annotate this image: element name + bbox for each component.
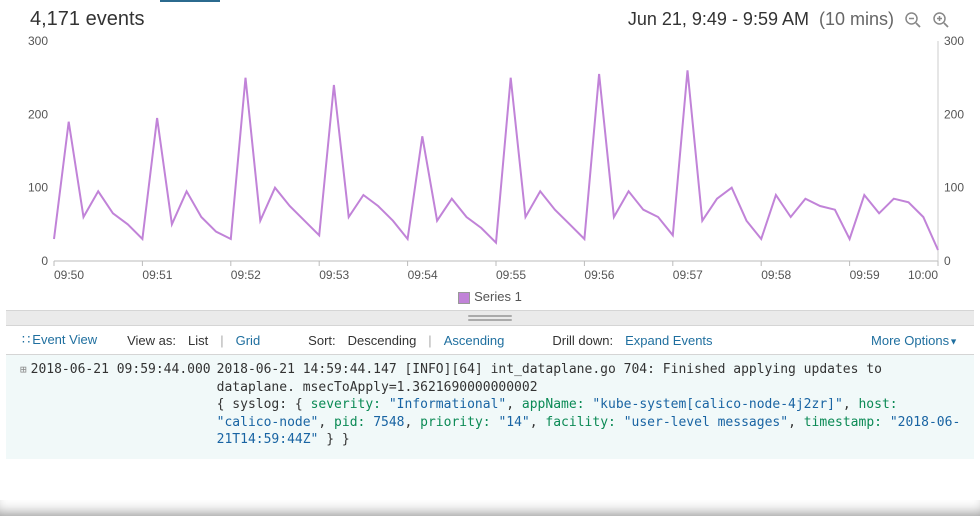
svg-text:300: 300 xyxy=(944,35,964,48)
svg-text:200: 200 xyxy=(944,107,964,121)
log-results: ⊞ 2018-06-21 09:59:44.000 2018-06-21 14:… xyxy=(6,355,974,459)
svg-text:09:51: 09:51 xyxy=(142,268,172,282)
view-as-label: View as: xyxy=(127,333,176,348)
sort-descending[interactable]: Descending xyxy=(348,333,417,348)
view-as-grid[interactable]: Grid xyxy=(236,333,261,348)
svg-text:0: 0 xyxy=(41,254,48,268)
svg-text:200: 200 xyxy=(28,107,48,121)
svg-text:09:56: 09:56 xyxy=(584,268,614,282)
zoom-out-icon[interactable] xyxy=(904,11,922,29)
results-toolbar: ∷Event View View as: List | Grid Sort: D… xyxy=(6,326,974,355)
svg-text:09:58: 09:58 xyxy=(761,268,791,282)
expand-events[interactable]: Expand Events xyxy=(625,333,712,348)
time-duration: (10 mins) xyxy=(819,9,894,30)
svg-text:09:57: 09:57 xyxy=(673,268,703,282)
event-view-toggle[interactable]: ∷Event View xyxy=(22,332,97,348)
view-as-list[interactable]: List xyxy=(188,333,208,348)
svg-text:09:50: 09:50 xyxy=(54,268,84,282)
events-chart: 0 0 100 100 200 200 300 300 09:50 09:51 09:52 09:53… xyxy=(16,35,964,285)
chevron-down-icon: ▼ xyxy=(949,336,958,346)
sort-label: Sort: xyxy=(308,333,335,348)
list-icon: ∷ xyxy=(22,332,28,347)
svg-text:0: 0 xyxy=(944,254,951,268)
svg-text:09:53: 09:53 xyxy=(319,268,349,282)
svg-text:300: 300 xyxy=(28,35,48,48)
svg-text:10:00: 10:00 xyxy=(908,268,938,282)
log-row[interactable]: ⊞ 2018-06-21 09:59:44.000 2018-06-21 14:… xyxy=(20,361,964,449)
chart-legend: Series 1 xyxy=(6,285,974,310)
log-message: 2018-06-21 14:59:44.147 [INFO][64] int_d… xyxy=(217,361,964,449)
svg-text:100: 100 xyxy=(944,181,964,195)
legend-swatch xyxy=(458,292,470,304)
expand-row-icon[interactable]: ⊞ xyxy=(20,361,27,379)
legend-label: Series 1 xyxy=(474,289,522,304)
event-count: 4,171 events xyxy=(30,8,145,31)
log-timestamp: 2018-06-21 09:59:44.000 xyxy=(31,361,211,379)
zoom-in-icon[interactable] xyxy=(932,11,950,29)
svg-text:09:59: 09:59 xyxy=(850,268,880,282)
bottom-shadow xyxy=(0,500,980,516)
accent-rule xyxy=(160,0,220,2)
more-options-dropdown[interactable]: More Options▼ xyxy=(871,333,958,348)
svg-text:09:54: 09:54 xyxy=(408,268,438,282)
chart-header: 4,171 events Jun 21, 9:49 - 9:59 AM (10 … xyxy=(6,0,974,35)
svg-text:09:55: 09:55 xyxy=(496,268,526,282)
sort-ascending[interactable]: Ascending xyxy=(444,333,505,348)
drill-down-label: Drill down: xyxy=(552,333,613,348)
svg-text:100: 100 xyxy=(28,181,48,195)
svg-text:09:52: 09:52 xyxy=(231,268,261,282)
resize-handle[interactable] xyxy=(6,310,974,326)
time-range: Jun 21, 9:49 - 9:59 AM xyxy=(628,9,809,30)
